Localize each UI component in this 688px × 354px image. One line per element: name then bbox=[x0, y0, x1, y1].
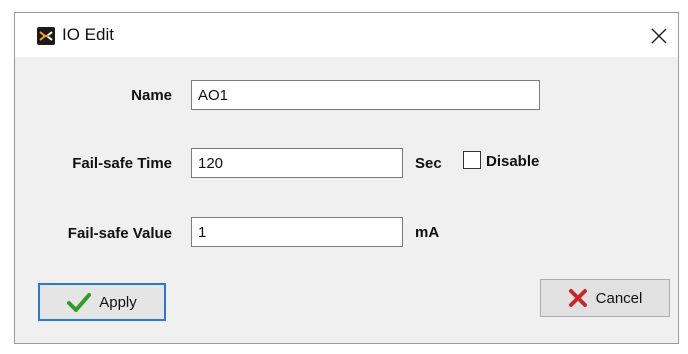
failsafe-value-unit: mA bbox=[415, 224, 440, 241]
failsafe-value-field[interactable] bbox=[191, 217, 403, 247]
disable-checkbox[interactable] bbox=[463, 151, 481, 169]
io-edit-dialog: IO Edit Name Fail-safe Time Sec Disable … bbox=[14, 12, 679, 344]
apply-button[interactable]: Apply bbox=[38, 283, 166, 321]
cancel-button-label: Cancel bbox=[595, 289, 643, 307]
close-icon[interactable] bbox=[646, 23, 672, 49]
name-label: Name bbox=[131, 87, 172, 104]
name-field[interactable] bbox=[191, 80, 540, 110]
x-icon bbox=[568, 288, 588, 308]
failsafe-value-label: Fail-safe Value bbox=[67, 225, 172, 242]
io-logo-icon bbox=[37, 27, 55, 45]
failsafe-time-label: Fail-safe Time bbox=[72, 155, 172, 172]
apply-button-label: Apply bbox=[99, 293, 137, 311]
failsafe-time-unit: Sec bbox=[415, 155, 442, 172]
title-bar: IO Edit bbox=[15, 13, 678, 57]
disable-label: Disable bbox=[486, 153, 540, 170]
checkmark-icon bbox=[67, 292, 92, 312]
cancel-button[interactable]: Cancel bbox=[540, 279, 670, 317]
window-title: IO Edit bbox=[62, 25, 114, 44]
failsafe-time-field[interactable] bbox=[191, 148, 403, 178]
